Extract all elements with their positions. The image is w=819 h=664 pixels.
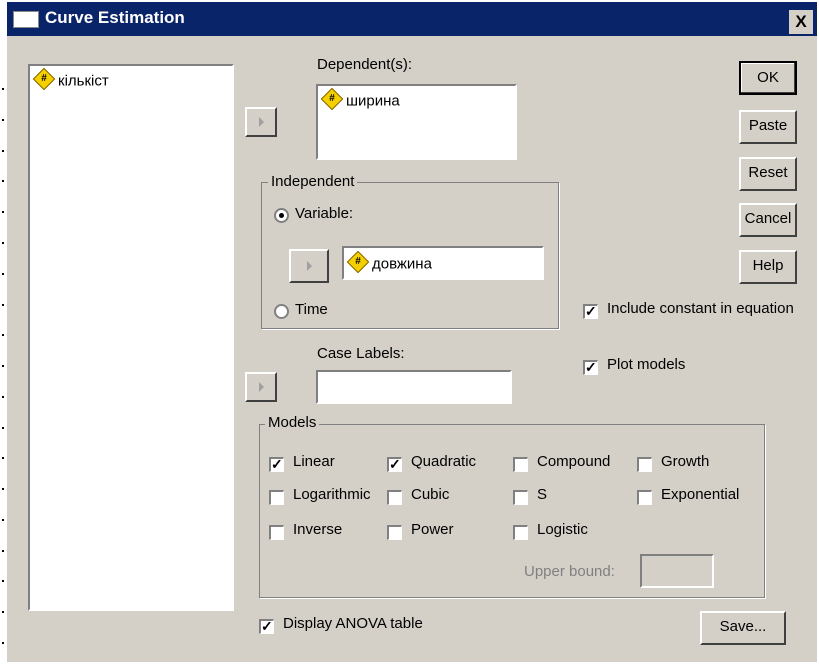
include-constant-checkbox[interactable] [583,303,598,320]
list-item[interactable]: # ширина [320,87,400,111]
dependent-label: Dependent(s): [317,56,413,73]
dependent-list[interactable]: # ширина [316,84,517,160]
growth-label: Growth [661,453,710,470]
upper-bound-label: Upper bound: [524,563,615,580]
time-radio-label: Time [295,301,328,318]
case-labels-field[interactable] [316,370,512,404]
logarithmic-label: Logarithmic [293,486,371,503]
move-to-independent-button[interactable] [289,249,329,283]
independent-variable-field[interactable]: # довжина [342,246,544,280]
growth-checkbox[interactable] [637,457,652,472]
move-to-dependent-button[interactable] [245,107,277,137]
reset-button[interactable]: Reset [739,157,797,191]
move-to-case-labels-button[interactable] [245,372,277,402]
quadratic-checkbox[interactable] [387,456,402,473]
save-button[interactable]: Save... [700,611,786,645]
logarithmic-checkbox[interactable] [269,490,284,505]
display-anova-checkbox[interactable] [259,618,274,635]
linear-checkbox[interactable] [269,456,284,473]
left-edge-dots [0,0,6,664]
case-labels-label: Case Labels: [317,345,405,362]
plot-models-checkbox[interactable] [583,359,598,376]
help-button[interactable]: Help [739,250,797,284]
exponential-label: Exponential [661,486,740,503]
power-label: Power [411,521,454,538]
display-anova-label: Display ANOVA table [283,615,423,632]
variable-radio-label: Variable: [295,205,354,222]
logistic-label: Logistic [537,521,588,538]
source-variable-list[interactable]: # кількіст [28,64,234,611]
power-checkbox[interactable] [387,525,402,540]
logistic-checkbox[interactable] [513,525,528,540]
list-item[interactable]: # кількіст [32,67,109,91]
exponential-checkbox[interactable] [637,490,652,505]
inverse-checkbox[interactable] [269,525,284,540]
numeric-variable-icon: # [320,87,344,111]
paste-button[interactable]: Paste [739,110,797,144]
inverse-label: Inverse [293,521,343,538]
compound-label: Compound [537,453,611,470]
cancel-button[interactable]: Cancel [739,203,797,237]
models-legend: Models [265,414,320,431]
list-item[interactable]: # довжина [346,250,432,274]
curve-estimation-dialog: Curve Estimation X # кількіст Dependent(s… [7,2,817,662]
independent-legend: Independent [268,173,358,190]
cubic-label: Cubic [411,486,450,503]
numeric-variable-icon: # [346,250,370,274]
window-title: Curve Estimation [45,8,185,27]
s-checkbox[interactable] [513,490,528,505]
variable-radio[interactable] [274,208,289,223]
include-constant-label: Include constant in equation [607,300,794,317]
s-label: S [537,486,548,503]
compound-checkbox[interactable] [513,457,528,472]
window-icon [13,11,39,28]
title-bar: Curve Estimation X [7,2,817,36]
plot-models-label: Plot models [607,356,686,373]
close-button[interactable]: X [789,10,813,34]
upper-bound-field[interactable] [640,554,714,588]
quadratic-label: Quadratic [411,453,477,470]
numeric-variable-icon: # [32,67,56,91]
ok-button[interactable]: OK [739,61,797,95]
time-radio[interactable] [274,304,289,319]
linear-label: Linear [293,453,335,470]
cubic-checkbox[interactable] [387,490,402,505]
